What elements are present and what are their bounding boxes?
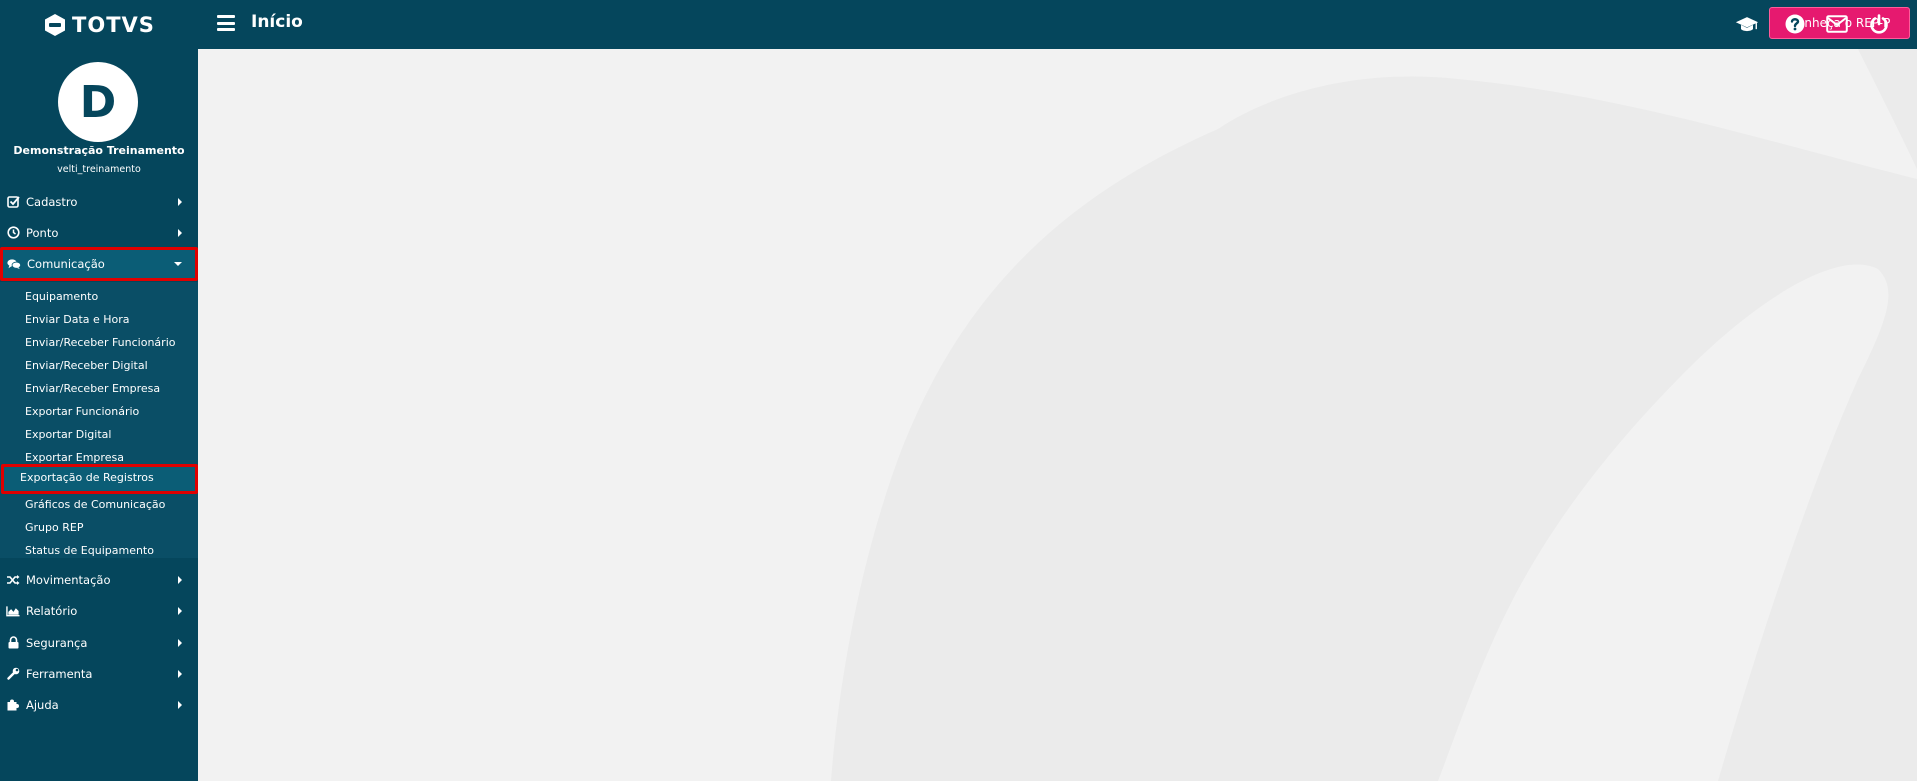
sidebar-item-label: Segurança [26, 635, 88, 650]
wrench-icon [6, 667, 20, 681]
sidebar-item-cadastro[interactable]: Cadastro [0, 186, 198, 217]
caret-right-icon [178, 700, 182, 709]
power-icon[interactable] [1867, 12, 1891, 36]
sidebar-item-label: Movimentação [26, 572, 111, 587]
top-bar: Início Conheça o REP-P [198, 0, 1917, 49]
sidebar-item-label: Ponto [26, 225, 59, 240]
sidebar-item-label: Ajuda [26, 697, 59, 712]
user-login: velti_treinamento [57, 164, 141, 175]
clock-icon [6, 226, 20, 240]
sidebar-item-ferramenta[interactable]: Ferramenta [0, 658, 198, 689]
caret-right-icon [178, 575, 182, 584]
totvs-logo-icon [45, 13, 66, 36]
submenu-item-enviar-receber-funcionario[interactable]: Enviar/Receber Funcionário [25, 332, 175, 354]
submenu-item-label: Exportação de Registros [20, 471, 154, 484]
submenu-item-enviar-receber-empresa[interactable]: Enviar/Receber Empresa [25, 378, 160, 400]
graduation-cap-icon[interactable] [1735, 12, 1759, 36]
brand-name: TOTVS [72, 12, 155, 37]
sidebar-item-comunicacao[interactable]: Comunicação [0, 247, 198, 281]
submenu-item-graficos-comunicacao[interactable]: Gráficos de Comunicação [25, 494, 165, 516]
sidebar-item-relatorio[interactable]: Relatório [0, 595, 198, 626]
sidebar-item-movimentacao[interactable]: Movimentação [0, 564, 198, 595]
submenu-item-status-equipamento[interactable]: Status de Equipamento [25, 540, 154, 562]
caret-right-icon [178, 197, 182, 206]
area-chart-icon [6, 604, 20, 618]
caret-right-icon [178, 669, 182, 678]
caret-down-icon [174, 262, 182, 266]
sidebar-item-ajuda[interactable]: Ajuda [0, 689, 198, 720]
submenu-item-exportar-digital[interactable]: Exportar Digital [25, 424, 111, 446]
user-name: Demonstração Treinamento [13, 144, 185, 157]
caret-right-icon [178, 638, 182, 647]
shuffle-icon [6, 573, 20, 587]
help-icon[interactable] [1783, 12, 1807, 36]
caret-right-icon [178, 606, 182, 615]
caret-right-icon [178, 228, 182, 237]
sidebar: TOTVS D Demonstração Treinamento velti_t… [0, 0, 198, 781]
envelope-icon[interactable] [1825, 12, 1849, 36]
hamburger-menu-icon[interactable] [217, 15, 235, 31]
puzzle-icon [6, 698, 20, 712]
comments-icon [7, 257, 21, 271]
sidebar-item-label: Ferramenta [26, 666, 93, 681]
comunicacao-submenu: Equipamento Enviar Data e Hora Enviar/Re… [0, 282, 198, 558]
sidebar-item-label: Comunicação [27, 257, 105, 271]
sidebar-item-label: Relatório [26, 603, 78, 618]
sidebar-item-label: Cadastro [26, 194, 78, 209]
avatar-initial: D [79, 76, 117, 128]
totvs-watermark-logo [831, 49, 1917, 781]
submenu-item-enviar-data-hora[interactable]: Enviar Data e Hora [25, 309, 130, 331]
submenu-item-grupo-rep[interactable]: Grupo REP [25, 517, 83, 539]
submenu-item-enviar-receber-digital[interactable]: Enviar/Receber Digital [25, 355, 148, 377]
page-title: Início [251, 12, 303, 32]
avatar: D [58, 62, 138, 142]
lock-icon [6, 636, 20, 650]
check-square-icon [6, 195, 20, 209]
sidebar-item-seguranca[interactable]: Segurança [0, 627, 198, 658]
submenu-item-exportar-funcionario[interactable]: Exportar Funcionário [25, 401, 139, 423]
totvs-logo[interactable]: TOTVS [0, 0, 198, 49]
submenu-item-equipamento[interactable]: Equipamento [25, 286, 98, 308]
sidebar-item-ponto[interactable]: Ponto [0, 217, 198, 248]
main-content [198, 49, 1917, 781]
submenu-item-exportacao-registros[interactable]: Exportação de Registros [1, 464, 198, 494]
